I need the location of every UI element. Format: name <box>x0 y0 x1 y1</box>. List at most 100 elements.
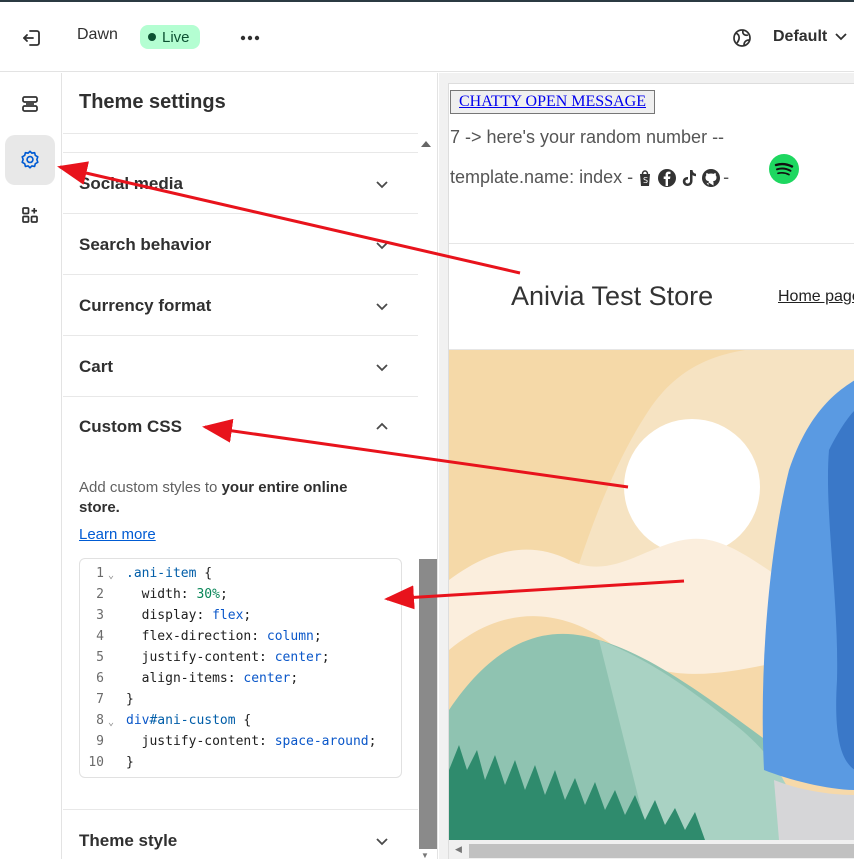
tiktok-icon[interactable] <box>679 168 699 188</box>
template-separator: - <box>723 167 730 187</box>
rail-apps-button[interactable] <box>5 190 55 240</box>
code-text: } <box>126 752 134 773</box>
scroll-left-arrow-icon[interactable]: ◀ <box>455 844 462 855</box>
code-token: } <box>126 755 134 770</box>
code-token: #ani-custom <box>149 713 236 728</box>
live-status-badge: Live <box>140 25 200 49</box>
panel-scrollbar-thumb[interactable] <box>419 559 437 849</box>
line-number: 7 <box>96 692 104 707</box>
code-token: ; <box>243 608 252 623</box>
store-preview: CHATTY OPEN MESSAGE 7 -> here's your ran… <box>439 73 854 859</box>
code-line[interactable]: 1 ⌄ .ani-item { <box>80 563 400 584</box>
line-number: 8 <box>96 713 104 728</box>
code-token: ; <box>290 671 299 686</box>
section-currency-format[interactable]: Currency format <box>63 275 418 336</box>
shopify-icon[interactable]: S <box>635 168 655 188</box>
code-token: ; <box>313 629 322 644</box>
custom-css-code-editor[interactable]: 1 ⌄ .ani-item {2 width: 30%; 3 display: fle… <box>79 558 402 778</box>
code-token: display: <box>126 608 213 623</box>
nav-home-link[interactable]: Home page <box>778 288 854 306</box>
code-token: center <box>243 671 291 686</box>
code-line[interactable]: 10} <box>80 752 400 773</box>
code-token: } <box>126 692 134 707</box>
code-line[interactable]: 3 display: flex; <box>80 605 400 626</box>
store-name[interactable]: Anivia Test Store <box>511 281 713 312</box>
code-line[interactable]: 2 width: 30%; <box>80 584 400 605</box>
svg-text:S: S <box>643 176 648 185</box>
editor-topbar: Dawn Live Default <box>0 2 854 72</box>
chevron-down-icon <box>376 838 388 846</box>
line-number: 2 <box>96 587 104 602</box>
chevron-down-icon <box>376 181 388 189</box>
live-dot-icon <box>148 33 156 41</box>
chatty-open-message-button[interactable]: CHATTY OPEN MESSAGE <box>450 90 655 114</box>
code-token: { <box>235 713 252 728</box>
code-token: justify-content: <box>126 650 275 665</box>
fold-toggle-icon[interactable]: ⌄ <box>108 712 114 733</box>
section-search-behavior[interactable]: Search behavior <box>63 214 418 275</box>
code-token: 30% <box>196 587 220 602</box>
code-token: center <box>274 650 322 665</box>
view-selector-label: Default <box>773 28 828 45</box>
chevron-up-icon <box>376 422 388 430</box>
exit-icon <box>23 30 40 46</box>
template-name-line: template.name: index - S - <box>450 167 729 188</box>
sidebar-rail <box>0 73 62 859</box>
code-text: width: 30%; <box>126 584 228 605</box>
code-token: { <box>196 566 213 581</box>
code-line[interactable]: 7} <box>80 689 400 710</box>
code-token: width: <box>126 587 197 602</box>
code-line[interactable]: 9 justify-content: space-around; <box>80 731 400 752</box>
apps-icon <box>22 207 38 223</box>
code-token: flex-direction: <box>126 629 267 644</box>
view-selector[interactable]: Default <box>773 28 847 46</box>
section-label: Currency format <box>79 296 212 315</box>
line-number: 9 <box>96 734 104 749</box>
section-label: Cart <box>79 357 114 376</box>
code-token: ; <box>219 587 228 602</box>
section-label: Search behavior <box>79 235 212 254</box>
section-social-media[interactable]: Social media <box>63 153 418 214</box>
code-text: justify-content: center; <box>126 647 330 668</box>
section-theme-style-label[interactable]: Theme style <box>79 831 177 851</box>
rail-sections-button[interactable] <box>5 79 55 129</box>
theme-settings-panel: Theme settings Social media Search behav… <box>63 73 438 859</box>
sections-icon <box>22 96 38 112</box>
line-number: 10 <box>88 755 104 770</box>
code-token: ; <box>321 650 330 665</box>
code-text: flex-direction: column; <box>126 626 322 647</box>
code-token: align-items: <box>126 671 244 686</box>
scroll-down-arrow-icon[interactable]: ▼ <box>421 851 429 859</box>
section-cart[interactable]: Cart <box>63 336 418 397</box>
learn-more-link[interactable]: Learn more <box>79 526 156 543</box>
exit-button[interactable] <box>18 24 46 52</box>
facebook-icon[interactable] <box>657 168 677 188</box>
horizontal-scrollbar-thumb[interactable] <box>469 844 854 858</box>
code-text: align-items: center; <box>126 668 299 689</box>
line-number: 5 <box>96 650 104 665</box>
section-custom-css[interactable]: Custom CSS <box>63 397 418 458</box>
code-text: } <box>126 689 134 710</box>
preview-frame: CHATTY OPEN MESSAGE 7 -> here's your ran… <box>448 83 854 859</box>
code-line[interactable]: 4 flex-direction: column; <box>80 626 400 647</box>
rail-theme-settings-button[interactable] <box>5 135 55 185</box>
theme-name: Dawn <box>77 26 118 43</box>
hero-illustration <box>449 350 854 840</box>
panel-divider <box>63 133 418 134</box>
scroll-up-arrow-icon[interactable] <box>420 139 432 149</box>
more-actions-button[interactable] <box>236 24 264 52</box>
template-name-text: template.name: index - <box>450 167 634 187</box>
code-line[interactable]: 8 ⌄ div#ani-custom { <box>80 710 400 731</box>
line-number: 6 <box>96 671 104 686</box>
language-button[interactable] <box>728 24 756 52</box>
section-label: Custom CSS <box>79 417 182 436</box>
chevron-down-icon <box>835 33 847 41</box>
more-icon <box>240 35 260 41</box>
github-icon[interactable] <box>701 168 721 188</box>
panel-title: Theme settings <box>79 91 226 113</box>
preview-horizontal-scrollbar[interactable]: ◀ <box>449 840 854 859</box>
spotify-icon[interactable] <box>768 153 800 185</box>
code-line[interactable]: 6 align-items: center; <box>80 668 400 689</box>
code-line[interactable]: 5 justify-content: center; <box>80 647 400 668</box>
fold-toggle-icon[interactable]: ⌄ <box>108 565 114 586</box>
